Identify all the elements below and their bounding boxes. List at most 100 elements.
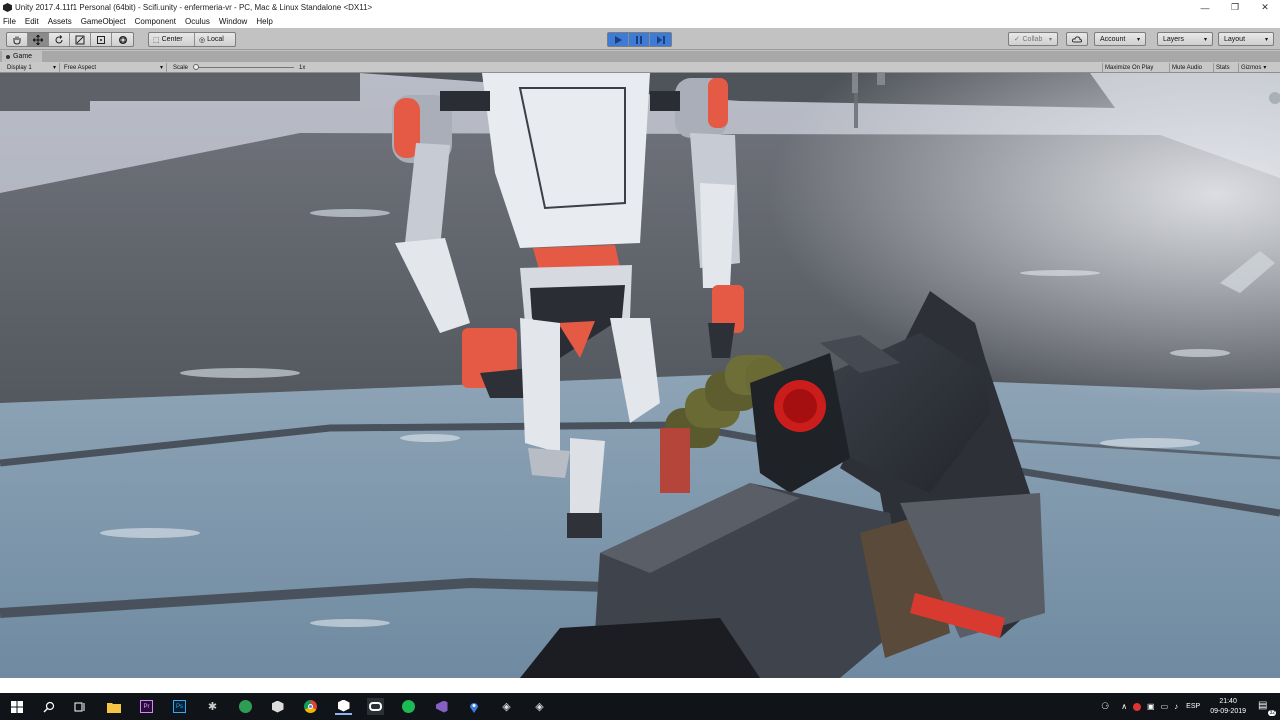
taskbar-app-cube-2[interactable]: ◈ <box>531 698 548 715</box>
tab-bar: Game <box>0 51 1280 62</box>
close-button[interactable]: ✕ <box>1250 0 1280 15</box>
menu-edit[interactable]: Edit <box>25 17 39 26</box>
taskbar-app-green[interactable] <box>237 698 254 715</box>
mute-label: Mute Audio <box>1172 64 1203 71</box>
action-center-button[interactable]: ▤ 32 <box>1258 699 1276 716</box>
scale-label: Scale <box>173 64 189 71</box>
pivot-controls: ⬚ Center ◎ Local <box>148 32 236 47</box>
pivot-center-button[interactable]: ⬚ Center <box>149 33 195 46</box>
scale-tool-button[interactable] <box>70 33 91 46</box>
gizmos-dropdown[interactable]: Gizmos ▾ <box>1238 63 1268 72</box>
taskbar-photoshop[interactable]: Ps <box>171 698 188 715</box>
move-icon <box>33 34 43 45</box>
menu-help[interactable]: Help <box>256 17 272 26</box>
scale-icon <box>75 35 85 44</box>
taskbar-spotify[interactable] <box>400 698 417 715</box>
aspect-label: Free Aspect <box>64 64 97 71</box>
window-title: Unity 2017.4.11f1 Personal (64bit) - Sci… <box>15 3 373 12</box>
bug-icon: ✱ <box>207 701 218 713</box>
pivot-local-button[interactable]: ◎ Local <box>195 33 235 46</box>
search-icon <box>43 701 54 712</box>
taskbar-app-cube[interactable]: ◈ <box>498 698 515 715</box>
local-space-icon: ◎ <box>199 36 206 44</box>
scale-slider-handle[interactable] <box>193 64 199 70</box>
taskbar-app-bug[interactable]: ✱ <box>204 698 221 715</box>
maximize-on-play-toggle[interactable]: Maximize On Play <box>1102 63 1155 72</box>
tab-game[interactable]: Game <box>2 51 42 62</box>
spotify-icon <box>402 700 415 713</box>
taskbar-premiere[interactable]: Pr <box>138 698 155 715</box>
transform-tool-button[interactable] <box>112 33 133 46</box>
taskbar-unity-hub[interactable] <box>269 698 286 715</box>
photoshop-icon: Ps <box>173 700 186 713</box>
premiere-icon: Pr <box>140 700 153 713</box>
display-dropdown[interactable]: Display 1 ▾ <box>4 63 60 72</box>
unity-logo-icon <box>3 3 12 12</box>
layout-label: Layout <box>1224 35 1246 43</box>
unity-icon <box>337 699 350 712</box>
cloud-button[interactable] <box>1066 32 1088 46</box>
volume-icon[interactable]: ♪ <box>1174 702 1178 711</box>
notification-icon: ▤ <box>1258 699 1268 711</box>
layers-dropdown[interactable]: Layers ▾ <box>1157 32 1213 46</box>
minimize-button[interactable]: — <box>1190 0 1220 15</box>
play-button[interactable] <box>608 33 629 46</box>
task-view-button[interactable] <box>71 698 88 715</box>
pause-button[interactable] <box>629 33 650 46</box>
collab-dropdown[interactable]: ✓ Collab ▾ <box>1008 32 1058 46</box>
network-icon[interactable]: ▣ <box>1147 702 1155 711</box>
taskbar-maps[interactable] <box>465 698 482 715</box>
chevron-down-icon: ▾ <box>159 65 163 71</box>
account-label: Account <box>1100 35 1126 43</box>
mute-audio-toggle[interactable]: Mute Audio <box>1169 63 1204 72</box>
game-tab-icon <box>6 54 10 59</box>
taskbar-visual-studio[interactable] <box>433 698 450 715</box>
menu-file[interactable]: File <box>3 17 16 26</box>
step-button[interactable] <box>650 33 671 46</box>
chevron-up-icon[interactable]: ∧ <box>1121 702 1127 711</box>
aspect-dropdown[interactable]: Free Aspect ▾ <box>61 63 167 72</box>
menu-bar: File Edit Assets GameObject Component Oc… <box>0 15 1280 28</box>
start-button[interactable] <box>8 698 25 715</box>
taskbar-unity[interactable] <box>335 698 352 715</box>
layers-label: Layers <box>1163 35 1185 43</box>
move-tool-button[interactable] <box>28 33 49 46</box>
people-icon[interactable]: ⚆ <box>1101 701 1109 712</box>
restore-button[interactable]: ❐ <box>1220 0 1250 15</box>
title-bar: Unity 2017.4.11f1 Personal (64bit) - Sci… <box>0 0 1280 15</box>
menu-window[interactable]: Window <box>219 17 247 26</box>
map-pin-icon <box>469 702 478 713</box>
clock[interactable]: 21:40 09-09-2019 <box>1210 697 1246 717</box>
chevron-down-icon: ▾ <box>1048 36 1052 43</box>
taskbar-oculus[interactable] <box>367 698 384 715</box>
scale-slider-track[interactable] <box>196 67 294 68</box>
collab-check-icon: ✓ <box>1014 36 1020 43</box>
cloud-icon <box>1072 35 1082 42</box>
stats-label: Stats <box>1216 64 1230 71</box>
chevron-down-icon: ▾ <box>52 65 56 71</box>
visual-studio-icon <box>435 700 448 713</box>
stats-toggle[interactable]: Stats <box>1213 63 1232 72</box>
menu-gameobject[interactable]: GameObject <box>81 17 126 26</box>
clock-date: 09-09-2019 <box>1210 707 1246 715</box>
rect-tool-button[interactable] <box>91 33 112 46</box>
menu-component[interactable]: Component <box>135 17 176 26</box>
hand-tool-button[interactable] <box>7 33 28 46</box>
game-view[interactable] <box>0 73 1280 678</box>
layout-dropdown[interactable]: Layout ▾ <box>1218 32 1274 46</box>
rotate-tool-button[interactable] <box>49 33 70 46</box>
taskbar-chrome[interactable] <box>302 698 319 715</box>
cube-icon: ◈ <box>535 701 544 713</box>
pivot-center-label: Center <box>161 36 183 43</box>
taskbar-file-explorer[interactable] <box>105 698 122 715</box>
tray-app-icon[interactable] <box>1133 702 1142 711</box>
chevron-down-icon: ▾ <box>1136 36 1140 43</box>
battery-icon[interactable]: ▭ <box>1161 702 1169 711</box>
language-indicator[interactable]: ESP <box>1186 703 1200 710</box>
account-dropdown[interactable]: Account ▾ <box>1094 32 1146 46</box>
clock-time: 21:40 <box>1219 697 1237 705</box>
search-button[interactable] <box>40 698 57 715</box>
menu-assets[interactable]: Assets <box>48 17 72 26</box>
transform-tools <box>6 32 134 47</box>
menu-oculus[interactable]: Oculus <box>185 17 210 26</box>
